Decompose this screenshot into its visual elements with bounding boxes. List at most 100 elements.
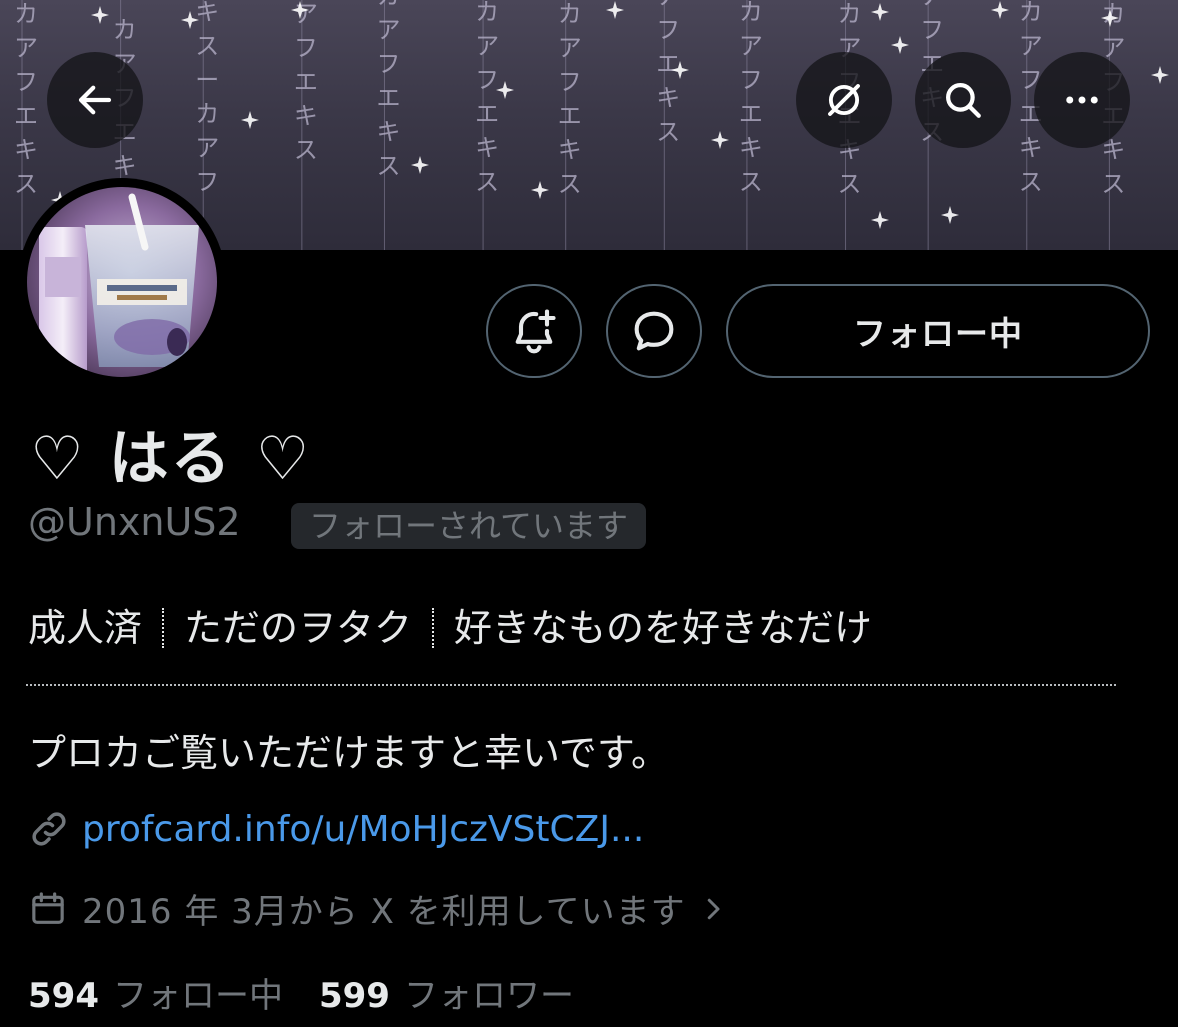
more-button[interactable] — [1034, 52, 1130, 148]
banner-sparkle — [991, 1, 1009, 19]
message-button[interactable] — [606, 284, 702, 378]
banner-glyph: エ — [558, 102, 582, 130]
more-icon — [1066, 96, 1098, 104]
banner-glyph: ア — [920, 0, 944, 10]
following-stat[interactable]: 594 フォロー中 — [28, 968, 283, 1017]
following-button-label: フォロー中 — [853, 314, 1023, 353]
display-name: ♡ はる ♡ — [30, 424, 312, 494]
banner-glyph: ア — [739, 32, 763, 60]
followers-count: 599 — [318, 976, 390, 1016]
banner-glyph: キ — [14, 136, 38, 164]
banner-glyph: ア — [195, 134, 219, 162]
banner-glyph: フ — [14, 68, 38, 96]
chevron-right-icon — [707, 898, 720, 919]
banner-glyph: エ — [739, 100, 763, 128]
banner-glyph: ス — [195, 32, 219, 60]
banner-glyph: フ — [558, 68, 582, 96]
banner-glyph: カ — [14, 0, 38, 28]
banner-sparkle — [1151, 66, 1169, 84]
following-label: フォロー中 — [112, 976, 283, 1016]
banner-glyph: カ — [558, 0, 582, 28]
following-button[interactable]: フォロー中 — [726, 284, 1150, 378]
followers-stat[interactable]: 599 フォロワー — [319, 968, 574, 1017]
banner-glyph: キ — [113, 152, 137, 180]
banner-sparkle — [941, 206, 959, 224]
banner-sparkle — [241, 111, 259, 129]
banner-glyph: ス — [739, 168, 763, 196]
banner-glyph: カ — [838, 0, 862, 28]
banner-sparkle — [891, 36, 909, 54]
banner-sparkle — [411, 156, 429, 174]
banner-glyph: キ — [1019, 134, 1043, 162]
banner-glyph: フ — [376, 50, 400, 78]
handle: @UnxnUS2 — [28, 500, 241, 544]
banner-glyph: ス — [558, 170, 582, 198]
banner-glyph: エ — [475, 100, 499, 128]
banner-glyph: キ — [475, 134, 499, 162]
search-button[interactable] — [915, 52, 1011, 148]
banner-glyph: キ — [656, 84, 680, 112]
banner-sparkle — [711, 131, 729, 149]
banner-glyph: フ — [920, 16, 944, 44]
banner-glyph: ア — [376, 16, 400, 44]
avatar-image — [27, 187, 217, 377]
banner-glyph: ア — [558, 34, 582, 62]
banner-glyph: ー — [113, 0, 137, 10]
profile-link[interactable]: profcard.info/u/MoHJczVStCZJ... — [82, 809, 644, 850]
grok-icon — [828, 84, 860, 116]
bio-divider — [26, 684, 1116, 686]
banner-glyph: フ — [656, 16, 680, 44]
banner-glyph: ア — [294, 0, 318, 28]
back-arrow-icon — [78, 85, 112, 115]
banner-glyph: カ — [475, 0, 499, 26]
banner-glyph: ス — [1101, 170, 1125, 198]
calendar-icon — [32, 891, 64, 924]
banner-glyph: ア — [1019, 32, 1043, 60]
banner-glyph: エ — [14, 102, 38, 130]
bio-tag: 成人済 — [28, 606, 143, 650]
banner-glyph: ア — [475, 32, 499, 60]
link-icon — [32, 812, 66, 846]
banner-glyph: キ — [294, 102, 318, 130]
banner-glyph: キ — [376, 118, 400, 146]
banner-glyph: フ — [195, 168, 219, 196]
back-button[interactable] — [47, 52, 143, 148]
avatar[interactable] — [18, 178, 226, 386]
banner-sparkle — [531, 181, 549, 199]
banner-glyph: ス — [294, 136, 318, 164]
following-count: 594 — [28, 976, 99, 1016]
banner-sparkle — [871, 211, 889, 229]
banner-glyph: ア — [14, 34, 38, 62]
search-icon — [946, 83, 981, 118]
grok-button[interactable] — [796, 52, 892, 148]
joined-date: 2016 年 3月から X を利用しています — [82, 892, 686, 932]
bio-separator — [162, 607, 165, 648]
bio-tag: ただのヲタク — [184, 606, 413, 650]
banner-glyph: カ — [1019, 0, 1043, 26]
banner-glyph: ス — [656, 118, 680, 146]
banner-glyph: エ — [294, 68, 318, 96]
message-bubble-icon — [634, 311, 674, 351]
follows-you-badge: フォローされています — [291, 503, 647, 549]
bio-tags: 成人済 ただのヲタク 好きなものを好きなだけ — [28, 597, 872, 652]
banner-sparkle — [606, 1, 624, 19]
bio-text: プロカご覧いただけますと幸いです。 — [28, 731, 670, 775]
banner-glyph: キ — [558, 136, 582, 164]
notify-button[interactable] — [486, 284, 582, 378]
banner-glyph: エ — [376, 84, 400, 112]
banner-glyph: ス — [376, 152, 400, 180]
banner-sparkle — [871, 3, 889, 21]
bio-separator — [432, 607, 435, 648]
banner-glyph: ス — [838, 170, 862, 198]
profile-link-row[interactable]: profcard.info/u/MoHJczVStCZJ... — [28, 808, 644, 850]
joined-date-row[interactable]: 2016 年 3月から X を利用しています — [28, 884, 728, 933]
banner-glyph: ス — [475, 168, 499, 196]
followers-label: フォロワー — [403, 976, 574, 1016]
banner-glyph: ス — [14, 170, 38, 198]
banner-glyph: ス — [1019, 168, 1043, 196]
banner-glyph: エ — [656, 50, 680, 78]
banner-glyph: フ — [739, 66, 763, 94]
banner-glyph: カ — [113, 16, 137, 44]
banner-glyph: フ — [475, 66, 499, 94]
banner-glyph: キ — [739, 134, 763, 162]
